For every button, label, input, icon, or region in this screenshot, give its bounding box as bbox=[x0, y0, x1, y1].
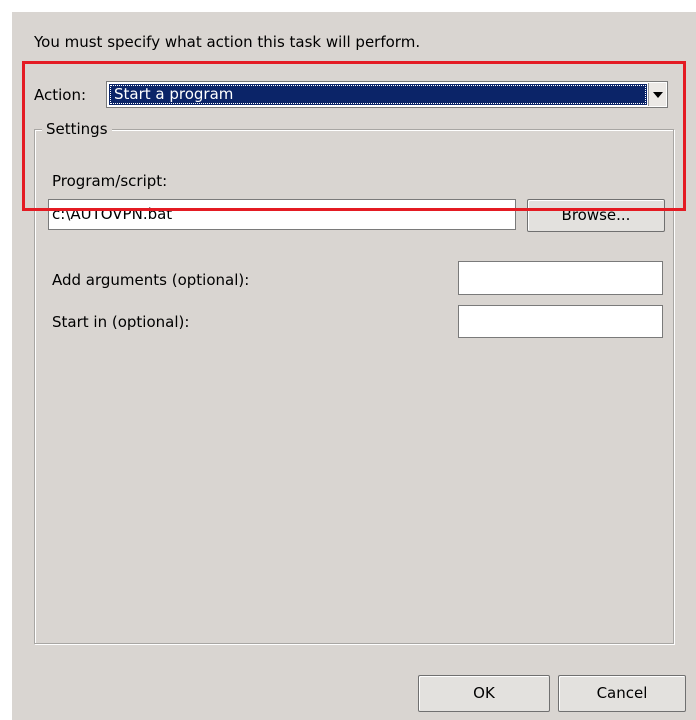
browse-button[interactable]: Browse... bbox=[527, 199, 665, 232]
start-in-label: Start in (optional): bbox=[52, 313, 190, 331]
ok-button[interactable]: OK bbox=[418, 675, 550, 712]
action-selected-value: Start a program bbox=[109, 84, 647, 105]
start-in-input[interactable] bbox=[458, 305, 663, 338]
program-script-label: Program/script: bbox=[52, 172, 168, 190]
instruction-text: You must specify what action this task w… bbox=[34, 33, 421, 51]
program-script-input[interactable]: c:\AUTOVPN.bat bbox=[48, 199, 516, 230]
action-label: Action: bbox=[34, 86, 87, 104]
arguments-input[interactable] bbox=[458, 261, 663, 295]
action-dropdown[interactable]: Start a program bbox=[106, 81, 668, 108]
chevron-down-icon[interactable] bbox=[648, 83, 666, 106]
arguments-label: Add arguments (optional): bbox=[52, 271, 250, 289]
new-action-dialog: You must specify what action this task w… bbox=[12, 12, 696, 720]
cancel-button[interactable]: Cancel bbox=[558, 675, 686, 712]
settings-legend: Settings bbox=[42, 120, 112, 138]
